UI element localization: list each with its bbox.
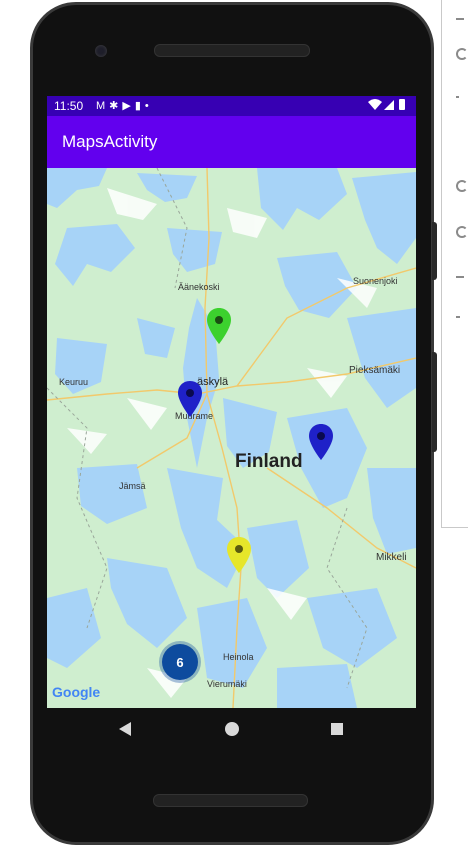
settings-icon: ✱ — [109, 100, 123, 112]
bottom-speaker — [153, 794, 308, 807]
battery-icon — [399, 99, 405, 110]
gmail-icon: M — [96, 100, 110, 112]
map-tiles — [47, 168, 416, 708]
place-label: Suonenjoki — [353, 276, 398, 286]
country-label: Finland — [235, 451, 303, 472]
cluster-count: 6 — [176, 654, 184, 670]
sd-card-icon: ▮ — [134, 100, 145, 112]
navigation-bar — [47, 708, 416, 752]
status-time: 11:50 — [54, 99, 84, 113]
background-window-panel — [441, 0, 468, 528]
app-title: MapsActivity — [62, 132, 158, 151]
panel-refresh-icon — [456, 226, 468, 238]
earpiece-speaker — [154, 44, 310, 57]
green-marker[interactable] — [207, 308, 231, 344]
phone-screen: 11:50 M✱▶▮• MapsActivity Äänekoski Suone… — [47, 96, 416, 708]
panel-small-icon — [456, 316, 460, 318]
panel-doc-icon — [456, 276, 464, 278]
place-label: Pieksämäki — [349, 365, 401, 376]
panel-mark-icon — [456, 96, 459, 98]
place-label: Äänekoski — [178, 282, 220, 292]
place-label: Vierumäki — [207, 679, 247, 689]
dot-icon: • — [144, 100, 153, 112]
place-label: Keuruu — [59, 377, 89, 387]
system-icons — [366, 98, 410, 115]
yellow-marker[interactable] — [227, 537, 251, 573]
volume-button[interactable] — [432, 222, 437, 280]
panel-circle-icon — [456, 48, 468, 60]
place-label: Heinola — [223, 652, 254, 662]
wifi-icon — [368, 99, 382, 110]
back-icon[interactable] — [119, 722, 131, 736]
front-camera — [95, 45, 107, 57]
google-attribution-text: Google — [52, 684, 101, 700]
notification-icons: M✱▶▮• — [96, 99, 153, 112]
place-label: Jämsä — [119, 481, 146, 491]
power-button[interactable] — [432, 352, 437, 452]
app-bar: MapsActivity — [47, 116, 416, 168]
blue-marker-jyvaskyla[interactable] — [178, 381, 202, 417]
status-bar: 11:50 M✱▶▮• — [47, 96, 416, 116]
recents-icon[interactable] — [331, 723, 343, 735]
map-view[interactable]: Äänekoski Suonenjoki Keuruu äskylä Pieks… — [47, 168, 416, 708]
marker-cluster[interactable]: 6 — [162, 644, 198, 680]
blue-marker-east[interactable] — [309, 424, 333, 460]
youtube-icon: ▶ — [122, 100, 135, 112]
google-attribution: Google — [52, 684, 100, 700]
home-icon[interactable] — [225, 722, 239, 736]
place-label: Mikkeli — [376, 552, 407, 563]
signal-icon — [384, 100, 394, 110]
panel-arrow-icon — [456, 180, 468, 192]
panel-dash-icon — [456, 18, 464, 20]
